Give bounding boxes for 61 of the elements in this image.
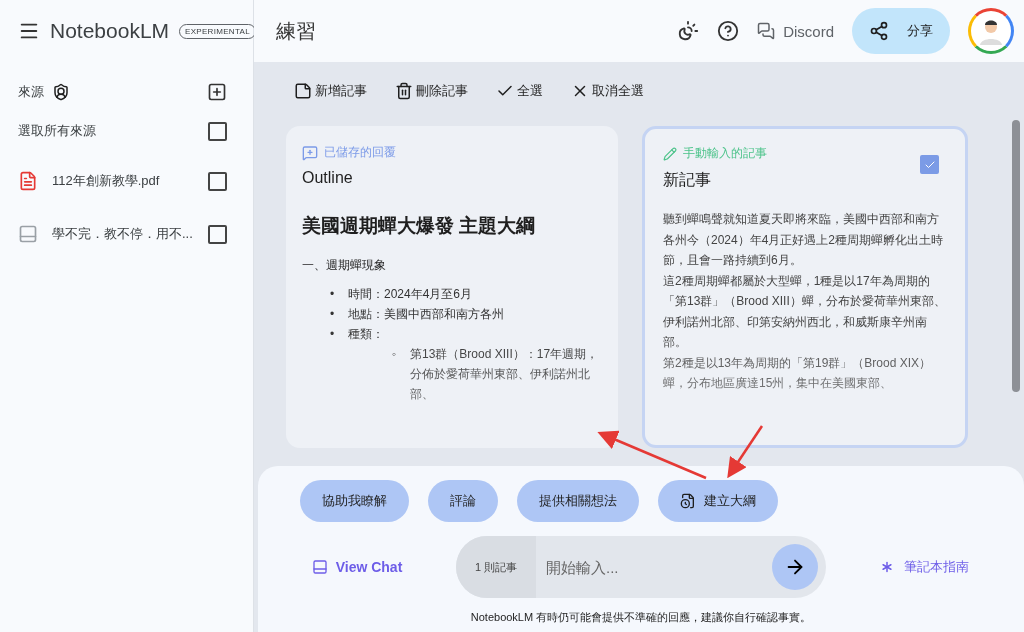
shield-icon xyxy=(52,83,70,101)
note-count: 1 則記事 xyxy=(456,536,536,598)
pencil-icon xyxy=(663,146,677,161)
note-heading: 美國週期蟬大爆發 主題大綱 xyxy=(302,214,537,238)
source-checkbox[interactable] xyxy=(208,171,227,191)
avatar[interactable] xyxy=(968,8,1014,54)
toolbar-button[interactable]: 取消全選 xyxy=(571,82,644,100)
share-icon xyxy=(869,21,889,41)
pdf-icon xyxy=(18,171,38,191)
bullet-marker: • xyxy=(330,306,336,323)
message-field[interactable]: 開始輸入... xyxy=(536,558,772,576)
share-button[interactable]: 分享 xyxy=(852,8,950,54)
notebook-title: 練習 xyxy=(276,18,317,44)
bullet-marker: ◦ xyxy=(392,346,398,363)
sources-title: 來源 xyxy=(18,83,44,101)
note-icon xyxy=(294,82,312,100)
view-chat-button[interactable]: View Chat xyxy=(258,558,456,576)
toolbar-button[interactable]: 全選 xyxy=(496,82,543,100)
add-source-icon[interactable] xyxy=(207,82,227,102)
note-card[interactable] xyxy=(642,126,968,448)
list-item: 地點：美國中西部和南方各州 xyxy=(348,306,504,323)
app-logo: NotebookLM xyxy=(50,19,170,43)
note-type-label: 已儲存的回覆 xyxy=(324,144,396,161)
suggestion-chip[interactable]: 提供相關想法 xyxy=(517,480,639,522)
chat-icon xyxy=(757,22,776,40)
note-card[interactable]: 已儲存的回覆 Outline 美國週期蟬大爆發 主題大綱 一、週期蟬現象 • 時間：2024年4月至6月 • 地點：美國中西部和南方各州 • 種類： ◦ 第13群（Brood XIII）：17年週期，分佈於愛荷華州東部、伊利諾州北部、 xyxy=(286,126,618,448)
web-page-icon xyxy=(18,224,38,244)
source-name[interactable]: 112年創新教學.pdf xyxy=(52,172,200,190)
bullet-marker: • xyxy=(330,326,336,343)
source-checkbox[interactable] xyxy=(208,224,227,244)
chat-input-bar[interactable]: 1 則記事 開始輸入... xyxy=(456,536,826,598)
toolbar-button[interactable]: 刪除記事 xyxy=(395,82,468,100)
note-title: 新記事 xyxy=(663,170,712,190)
note-title: Outline xyxy=(302,169,354,187)
notebook-guide-button[interactable]: 筆記本指南 xyxy=(872,557,975,577)
suggestion-chip[interactable]: 建立大綱 xyxy=(658,480,778,522)
bullet-marker: • xyxy=(330,286,336,303)
select-all-checkbox[interactable] xyxy=(208,121,227,141)
saved-note-icon xyxy=(302,144,318,161)
discord-link[interactable]: Discord xyxy=(757,22,834,40)
send-button[interactable] xyxy=(772,544,818,590)
list-item: 種類： xyxy=(348,326,384,343)
note-paragraph: 這2種周期蟬都屬於大型蟬，1種是以17年為周期的「第13群」（Brood XIII）蟬，分布於愛荷華州東部、伊利諾州北部、印第安納州西北，和威斯康辛州南部。 xyxy=(663,272,947,351)
suggestion-chip[interactable]: 協助我瞭解 xyxy=(300,480,409,522)
toolbar-button[interactable]: 新增記事 xyxy=(294,82,367,100)
note-checkbox[interactable] xyxy=(920,155,939,174)
list-item: 時間：2024年4月至6月 xyxy=(348,286,473,303)
note-paragraph: 聽到蟬鳴聲就知道夏天即將來臨，美國中西部和南方各州今（2024）年4月正好遇上2種周期蟬孵化出土時節，且會一路持續到6月。 xyxy=(663,211,945,269)
note-paragraph: 第2種是以13年為周期的「第19群」（Brood XIX）蟬，分布地區廣達15州，集中在美國東部、 xyxy=(663,354,933,392)
help-icon[interactable] xyxy=(717,20,740,42)
disclaimer: NotebookLM 有時仍可能會提供不準確的回應，建議你自行確認事實。 xyxy=(470,610,812,625)
note-type-label: 手動輸入的記事 xyxy=(683,145,767,162)
source-name[interactable]: 學不完．教不停．用不... xyxy=(52,225,200,243)
panel-icon xyxy=(311,559,328,575)
section-heading: 一、週期蟬現象 xyxy=(302,257,387,274)
theme-icon[interactable] xyxy=(677,20,700,42)
list-item: 第13群（Brood XIII）：17年週期，分佈於愛荷華州東部、伊利諾州北部、 xyxy=(410,346,600,403)
suggestion-chip[interactable]: 評論 xyxy=(428,480,498,522)
trash-icon xyxy=(395,82,413,100)
scrollbar[interactable] xyxy=(1012,120,1020,392)
select-all-label: 選取所有來源 xyxy=(18,122,97,140)
